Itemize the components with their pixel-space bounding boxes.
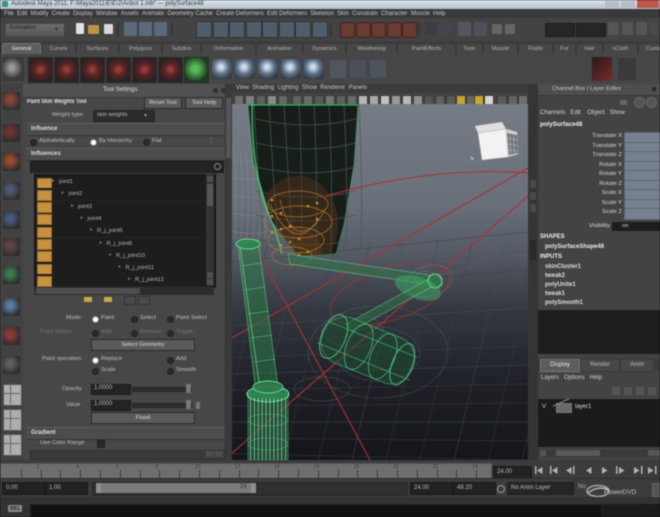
svg-text:PowerDVD: PowerDVD — [604, 489, 636, 496]
